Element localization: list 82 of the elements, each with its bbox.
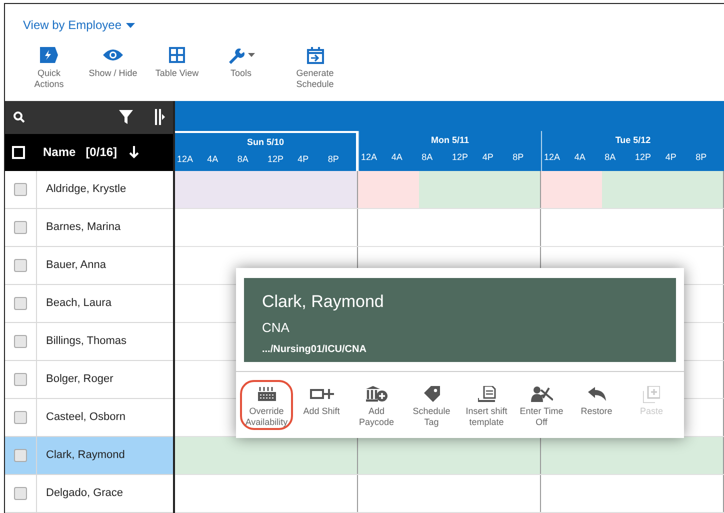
toolbar-button[interactable]: Generate Schedule <box>283 46 347 90</box>
employee-name: Bolger, Roger <box>45 372 114 388</box>
employee-name: Aldridge, Krystle <box>45 182 126 198</box>
employee-name: Delgado, Grace <box>45 486 124 502</box>
person-plane-icon <box>530 386 552 402</box>
keyboard-icon <box>258 387 276 401</box>
caret-icon <box>126 22 134 28</box>
employee-name: Clark, Raymond <box>45 448 125 464</box>
calendar-icon <box>306 46 324 64</box>
time-tick: 12A <box>543 150 562 164</box>
undo-arrow-icon <box>588 387 606 401</box>
employee-name: Bauer, Anna <box>45 258 106 274</box>
action-button[interactable]: Add Paycode <box>350 380 403 430</box>
time-tick: 4A <box>390 150 404 164</box>
employee-name: Beach, Laura <box>45 296 112 312</box>
employee-row[interactable]: Delgado, Grace <box>5 475 173 513</box>
row-checkbox[interactable] <box>14 411 27 424</box>
employee-row[interactable]: Clark, Raymond <box>5 437 173 475</box>
time-tick: 4A <box>206 152 220 166</box>
employee-name: Barnes, Marina <box>45 220 121 236</box>
row-checkbox[interactable] <box>14 297 27 310</box>
toolbar-button[interactable]: Tools <box>209 46 273 79</box>
action-button[interactable]: Insert shift template <box>460 380 513 430</box>
eye-icon <box>103 48 123 62</box>
time-tick: 12A <box>360 150 378 164</box>
shift-plus-icon <box>310 388 334 400</box>
column-toggle-icon[interactable] <box>155 109 165 126</box>
paste-icon <box>643 386 660 402</box>
table-icon <box>169 47 185 63</box>
toolbar-button[interactable]: Quick Actions <box>17 46 81 90</box>
action-button[interactable]: Schedule Tag <box>405 380 458 430</box>
time-tick: 8P <box>512 150 525 164</box>
sort-arrow-icon[interactable] <box>129 146 140 159</box>
action-button[interactable]: Enter Time Off <box>515 380 568 430</box>
time-tick: 8A <box>420 150 434 164</box>
time-tick: 12P <box>451 150 470 164</box>
employee-row[interactable]: Bauer, Anna <box>5 247 173 285</box>
employee-row[interactable]: Bolger, Roger <box>5 361 173 399</box>
row-checkbox[interactable] <box>14 221 27 234</box>
action-button[interactable]: Restore <box>570 380 623 430</box>
row-checkbox[interactable] <box>14 335 27 348</box>
time-tick: 4A <box>573 150 586 164</box>
toolbar-button[interactable]: Table View <box>145 46 209 79</box>
time-tick: 8P <box>694 150 708 164</box>
row-checkbox[interactable] <box>14 487 27 500</box>
wrench-icon <box>228 46 246 64</box>
time-tick: 4P <box>296 152 310 166</box>
action-button[interactable]: Add Shift <box>295 380 348 430</box>
lightning-icon <box>40 47 58 63</box>
row-checkbox[interactable] <box>14 259 27 272</box>
row-checkbox[interactable] <box>14 449 27 462</box>
tag-icon <box>424 386 440 402</box>
employee-row[interactable]: Aldridge, Krystle <box>5 171 173 209</box>
employee-row[interactable]: Casteel, Osborn <box>5 399 173 437</box>
document-icon <box>478 386 496 402</box>
action-button[interactable]: Override Availability <box>240 380 293 430</box>
employee-row[interactable]: Beach, Laura <box>5 285 173 323</box>
employee-name: Casteel, Osborn <box>45 410 126 426</box>
time-tick: 4P <box>481 150 494 164</box>
employee-name: Billings, Thomas <box>45 334 126 350</box>
search-icon[interactable] <box>13 111 25 124</box>
time-tick: 4P <box>664 150 678 164</box>
row-checkbox[interactable] <box>14 373 27 386</box>
view-selector[interactable]: View by Employee <box>23 16 134 34</box>
org-path: .../Nursing01/ICU/CNA <box>262 342 368 356</box>
time-tick: 8P <box>326 152 340 166</box>
employee-name: Clark, Raymond <box>262 291 385 313</box>
time-tick: 12A <box>176 152 194 166</box>
row-checkbox[interactable] <box>14 183 27 196</box>
time-tick: 8A <box>604 150 617 164</box>
selection-count: [0/16] <box>86 144 118 162</box>
time-tick: 8A <box>236 152 250 166</box>
column-header[interactable]: Name <box>43 143 76 162</box>
bank-plus-icon <box>366 386 388 402</box>
time-tick: 12P <box>266 152 284 166</box>
toolbar-button[interactable]: Show / Hide <box>81 46 145 79</box>
employee-row[interactable]: Billings, Thomas <box>5 323 173 361</box>
job-title: CNA <box>262 319 290 337</box>
time-tick: 12P <box>634 150 652 164</box>
filter-icon[interactable] <box>119 110 133 124</box>
employee-row[interactable]: Barnes, Marina <box>5 209 173 247</box>
select-all-checkbox[interactable] <box>12 146 25 159</box>
